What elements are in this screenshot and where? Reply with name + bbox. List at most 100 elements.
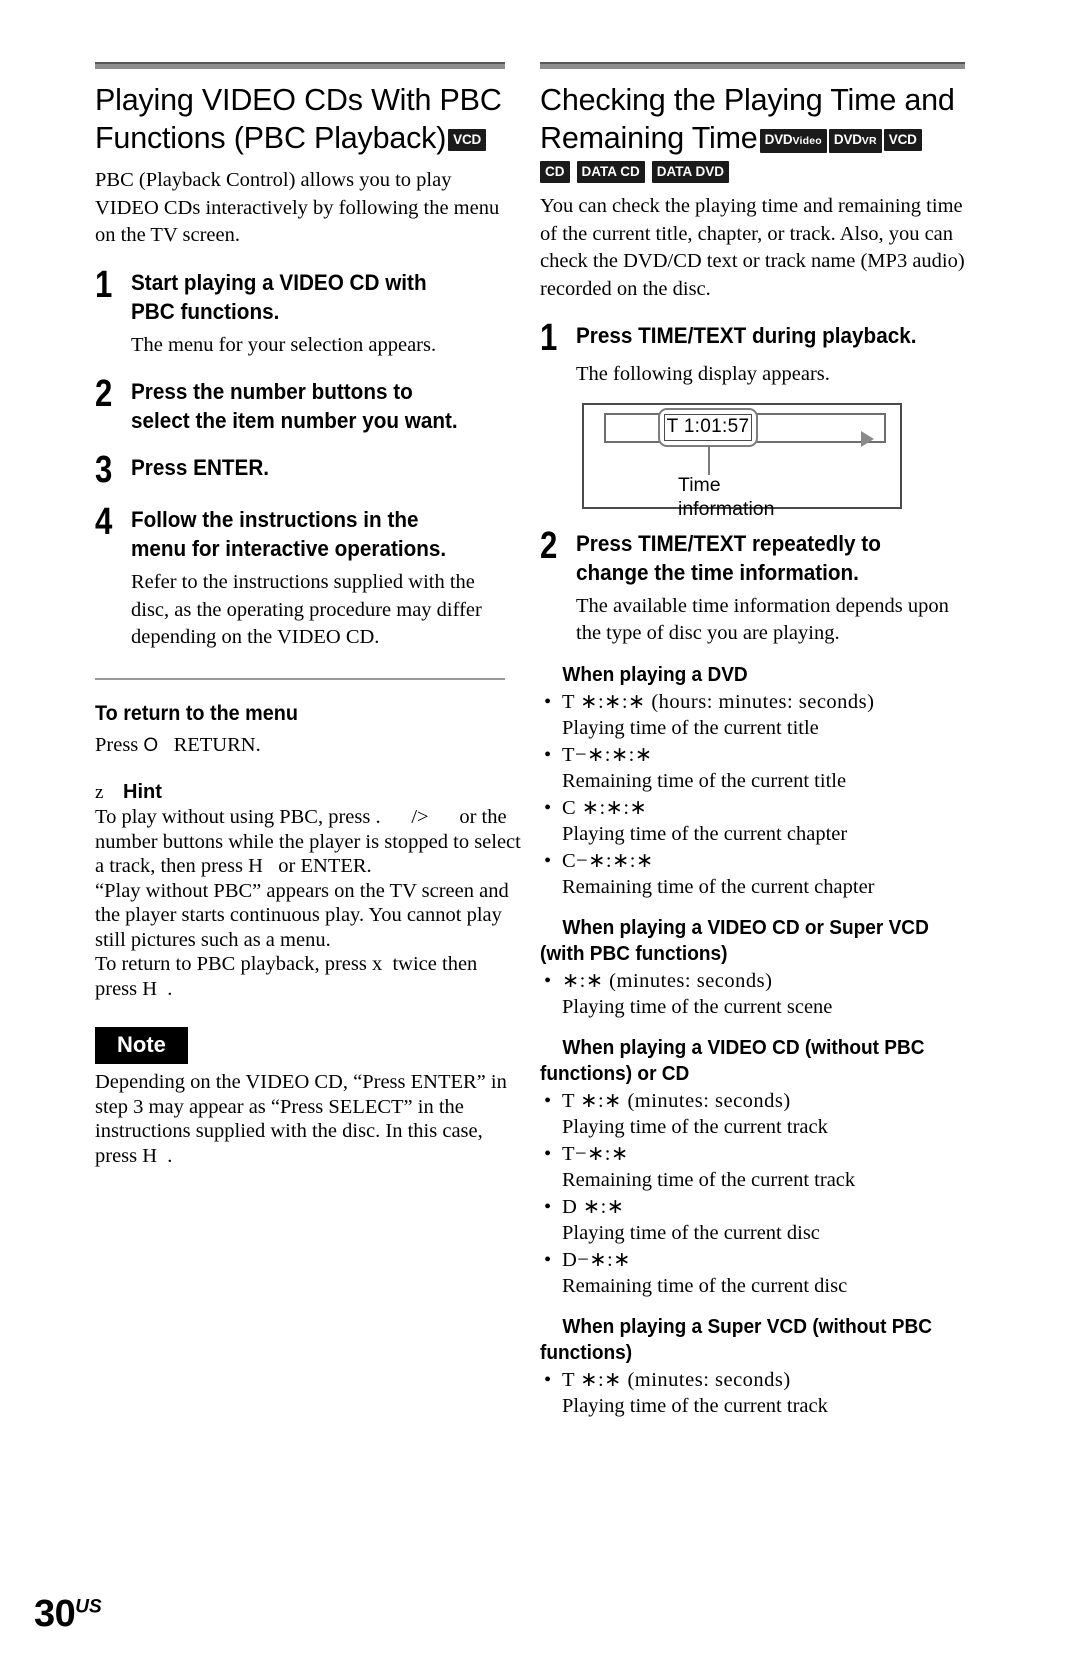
section-rule-left — [95, 62, 505, 69]
list-item: T−∗:∗:∗ Remaining time of the current tit… — [540, 742, 965, 795]
hint-line: To return to PBC playback, press x twice… — [95, 953, 478, 975]
return-to-menu-text: Press O RETURN. — [95, 732, 505, 760]
right-step-2-body: The available time information depends u… — [576, 594, 949, 645]
badge-data-dvd: DATA DVD — [651, 161, 729, 183]
note-line: step 3 may appear as “Press SELECT” in t… — [95, 1095, 464, 1118]
right-intro-paragraph: You can check the playing time and remai… — [540, 195, 965, 300]
step-3: 3 Press ENTER. — [95, 451, 505, 489]
hint-label: Hint — [123, 781, 162, 803]
list-item: D ∗:∗ Playing time of the current disc — [540, 1194, 965, 1247]
step-2: 2 Press the number buttons to select the… — [95, 373, 505, 435]
note-body: Depending on the VIDEO CD, “Press ENTER”… — [95, 1070, 507, 1168]
list-item: C ∗:∗:∗ Playing time of the current chapt… — [540, 795, 965, 848]
left-column: Playing VIDEO CDs With PBC Functions (PB… — [95, 62, 521, 1168]
right-section-title: Checking the Playing Time and Remaining … — [540, 81, 965, 157]
list-item: ∗:∗ (minutes: seconds) Playing time of th… — [540, 968, 965, 1021]
time-desc: Remaining time of the current chapter — [562, 876, 875, 898]
time-code: T ∗:∗:∗ (hours: minutes: seconds) — [562, 690, 875, 713]
when-heading-vcd-pbc: When playing a VIDEO CD or Super VCD (wi… — [540, 915, 929, 965]
left-title-line-2: Functions (PBC Playback) VCD — [95, 119, 505, 157]
list-item: T ∗:∗:∗ (hours: minutes: seconds) Playing… — [540, 689, 965, 742]
badge-dvd-video-sub: Video — [792, 135, 822, 147]
right-column: Checking the Playing Time and Remaining … — [540, 62, 965, 1420]
list-item: T−∗:∗ Remaining time of the current track — [540, 1141, 965, 1194]
time-list-vcd-pbc: ∗:∗ (minutes: seconds) Playing time of th… — [540, 968, 965, 1021]
time-code: T−∗:∗:∗ — [562, 743, 653, 766]
time-desc: Playing time of the current scene — [562, 996, 833, 1018]
page-number-value: 30 — [34, 1593, 76, 1635]
list-item: T ∗:∗ (minutes: seconds) Playing time of … — [540, 1088, 965, 1141]
return-press-label: Press — [95, 733, 144, 756]
list-item: T ∗:∗ (minutes: seconds) Playing time of … — [540, 1367, 965, 1420]
right-step-2: 2 Press TIME/TEXT repeatedly to change t… — [540, 524, 965, 587]
note-line: Depending on the VIDEO CD, “Press ENTER”… — [95, 1071, 507, 1093]
step-4-body: Refer to the instructions supplied with … — [131, 571, 482, 648]
when-heading-svcd-nopbc: When playing a Super VCD (without PBC fu… — [540, 1314, 932, 1364]
time-desc: Playing time of the current chapter — [562, 823, 848, 845]
manual-page: Playing VIDEO CDs With PBC Functions (PB… — [0, 0, 1080, 1677]
step-1-text: Start playing a VIDEO CD with PBC functi… — [131, 269, 427, 324]
badge-dvd-video: DVDVideo — [759, 129, 827, 153]
page-region-label: US — [75, 1596, 102, 1618]
note-line: instructions supplied with the disc. In … — [95, 1120, 483, 1142]
step-1-number: 1 — [95, 263, 113, 306]
when-heading-vcd-nopbc: When playing a VIDEO CD (without PBC fun… — [540, 1035, 925, 1085]
step-3-text: Press ENTER. — [131, 455, 270, 480]
hint-line: number buttons while the player is stopp… — [95, 830, 521, 853]
right-step-1: 1 Press TIME/TEXT during playback. — [540, 319, 965, 357]
badge-vcd-right: VCD — [883, 129, 922, 151]
list-item: D−∗:∗ Remaining time of the current disc — [540, 1247, 965, 1300]
section-rule-right — [540, 62, 965, 69]
step-2-number: 2 — [95, 373, 113, 415]
time-code: C−∗:∗:∗ — [562, 849, 654, 872]
badge-dvd-vr: DVDVR — [828, 129, 882, 153]
hint-line: the player starts continuous play. You c… — [95, 904, 502, 926]
badge-dvd-video-main: DVD — [764, 132, 793, 147]
hint-header: z Hint — [95, 781, 505, 804]
right-title-line-2-text: Remaining Time — [540, 121, 758, 155]
time-desc: Playing time of the current track — [562, 1395, 828, 1417]
left-intro-paragraph: PBC (Playback Control) allows you to pla… — [95, 169, 500, 246]
left-title-line-1: Playing VIDEO CDs With PBC — [95, 83, 502, 117]
time-desc: Remaining time of the current track — [562, 1169, 856, 1191]
time-code: T ∗:∗ (minutes: seconds) — [562, 1089, 791, 1112]
badge-data-cd: DATA CD — [576, 161, 645, 183]
right-title-line-1: Checking the Playing Time and — [540, 83, 955, 117]
step-2-text: Press the number buttons to select the i… — [131, 379, 458, 433]
time-readout-value: T 1:01:57 — [664, 413, 752, 441]
left-title-line-2-text: Functions (PBC Playback) — [95, 121, 447, 155]
time-desc: Playing time of the current title — [562, 717, 819, 739]
list-item: C−∗:∗:∗ Remaining time of the current cha… — [540, 848, 965, 901]
play-triangle-icon — [861, 430, 874, 447]
badge-cd: CD — [540, 161, 570, 183]
tv-display-figure: T 1:01:57 Time information — [582, 402, 904, 520]
time-list-vcd-nopbc: T ∗:∗ (minutes: seconds) Playing time of … — [540, 1088, 965, 1300]
badge-row-2: CD DATA CD DATA DVD — [540, 161, 965, 183]
step-1: 1 Start playing a VIDEO CD with PBC func… — [95, 263, 505, 326]
step-4-text: Follow the instructions in the menu for … — [131, 507, 447, 561]
left-divider — [95, 677, 505, 680]
time-code: D−∗:∗ — [562, 1248, 631, 1271]
time-desc: Playing time of the current disc — [562, 1222, 820, 1244]
hint-line: press H . — [95, 977, 173, 1000]
return-key-icon: O — [143, 734, 159, 756]
step-4: 4 Follow the instructions in the menu fo… — [95, 501, 505, 563]
step-4-number: 4 — [95, 501, 113, 543]
time-code: C ∗:∗:∗ — [562, 796, 648, 819]
right-step-2-text: Press TIME/TEXT repeatedly to change the… — [576, 530, 881, 585]
hint-line: To play without using PBC, press . /> or… — [95, 806, 507, 828]
right-step-1-text: Press TIME/TEXT during playback. — [576, 323, 917, 348]
time-code: ∗:∗ (minutes: seconds) — [562, 969, 773, 992]
page-number: 30US — [34, 1595, 102, 1633]
time-list-svcd-nopbc: T ∗:∗ (minutes: seconds) Playing time of … — [540, 1367, 965, 1420]
right-step-2-number: 2 — [540, 524, 558, 567]
hint-line: a track, then press H or ENTER. — [95, 855, 372, 877]
step-1-body: The menu for your selection appears. — [131, 333, 437, 356]
time-desc: Playing time of the current track — [562, 1116, 828, 1138]
time-code: D ∗:∗ — [562, 1195, 625, 1218]
hint-line: “Play without PBC” appears on the TV scr… — [95, 879, 509, 902]
time-code: T−∗:∗ — [562, 1142, 629, 1165]
when-heading-dvd: When playing a DVD — [562, 662, 748, 686]
time-readout-callout: T 1:01:57 — [658, 407, 758, 447]
time-desc: Remaining time of the current title — [562, 770, 847, 792]
